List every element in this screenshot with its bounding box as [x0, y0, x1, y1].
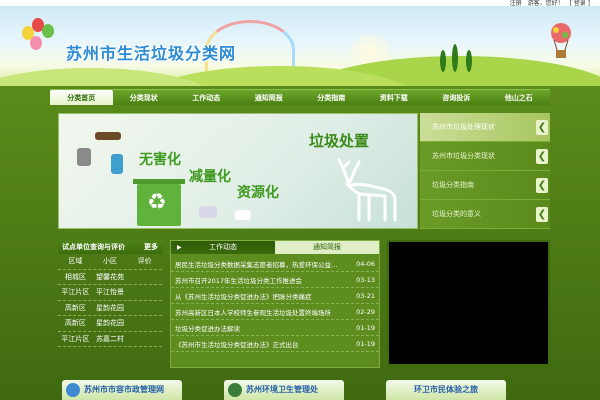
column-header: 评价 [137, 257, 152, 266]
pilot-units-panel: 试点单位查询与评价 更多 区域 小区 评价 相城区 望馨花苑 平江片区 平江怡景… [58, 240, 162, 368]
feature-banner[interactable]: 垃圾处置 无害化 减量化 资源化 ♻ [58, 113, 418, 229]
tree-decoration [440, 50, 446, 72]
column-header: 小区 [103, 257, 117, 266]
emblem-icon [228, 383, 242, 397]
table-header: 区域 小区 评价 [58, 254, 162, 270]
news-title[interactable]: 从《苏州生活垃圾分类促进办法》把脉分类痛症 [175, 291, 349, 301]
footer-link-label: 苏州市市容市政管理网 [84, 385, 164, 394]
video-player[interactable] [387, 240, 550, 366]
news-date: 02-29 [356, 307, 375, 316]
tab-work-news[interactable]: ▶ 工作动态 [171, 241, 275, 254]
list-item[interactable]: 苏州市召开2017年生活垃圾分类工作推进会 03-13 [171, 272, 379, 288]
chevron-right-icon: ❮ [536, 149, 548, 164]
tab-notices[interactable]: 通知简报 [275, 241, 379, 254]
news-date: 03-21 [356, 291, 375, 300]
nav-item-status[interactable]: 分类现状 [113, 90, 176, 105]
news-date: 04-06 [356, 259, 375, 268]
recycle-icon: ♻ [147, 190, 167, 215]
chevron-right-icon: ❮ [536, 120, 548, 135]
cell-community[interactable]: 星韵花园 [93, 303, 128, 313]
news-list: 居民生活垃圾分类数据采集志愿者招募，热爱环保公益… 04-06 苏州市召开201… [171, 254, 379, 352]
column-header: 区域 [68, 257, 83, 266]
chevron-right-icon: ❮ [536, 207, 548, 222]
paper-ball-icon [235, 210, 251, 220]
tree-decoration [466, 50, 472, 72]
list-item[interactable]: 垃圾分类促进办法解读 01-19 [171, 320, 379, 336]
cell-district: 平江片区 [61, 334, 90, 343]
cell-community[interactable]: 苏嘉二村 [93, 334, 128, 344]
trash-item-icon [199, 206, 217, 218]
nav-item-notices[interactable]: 通知简报 [238, 90, 301, 105]
cell-community[interactable]: 平江怡景 [93, 287, 128, 297]
side-item-label: 苏州市垃圾分类现状 [432, 152, 495, 160]
footer-link-label: 苏州环境卫生管理处 [246, 385, 318, 394]
side-item-sorting-status[interactable]: 苏州市垃圾分类现状 ❮ [420, 142, 550, 171]
list-item[interactable]: 从《苏州生活垃圾分类促进办法》把脉分类痛症 03-21 [171, 288, 379, 304]
hot-air-balloon-icon [548, 22, 574, 60]
news-title[interactable]: 苏州市召开2017年生活垃圾分类工作推进会 [175, 275, 349, 285]
footer-link-experience[interactable]: 环卫市民体验之旅 [386, 380, 506, 400]
news-date: 03-13 [356, 275, 375, 284]
list-item[interactable]: 苏州高新区日本人学校师生参观生活垃圾处置终端场所 02-29 [171, 304, 379, 320]
news-title[interactable]: 垃圾分类促进办法解读 [175, 323, 349, 333]
site-header: 苏州市生活垃圾分类网 [0, 6, 600, 86]
globe-icon [66, 383, 80, 397]
nav-item-news[interactable]: 工作动态 [175, 90, 238, 105]
table-row[interactable]: 高新区 星韵花园 [58, 301, 162, 316]
cell-community[interactable]: 望馨花苑 [93, 272, 128, 282]
footer-link-sanitation[interactable]: 苏州环境卫生管理处 [224, 380, 344, 400]
cell-district: 相城区 [64, 272, 86, 281]
cell-district: 高新区 [64, 303, 86, 312]
more-link[interactable]: 更多 [144, 240, 158, 254]
nav-item-others[interactable]: 他山之石 [488, 90, 551, 105]
chevron-right-icon: ❮ [536, 178, 548, 193]
nav-item-consult[interactable]: 咨询投诉 [425, 90, 488, 105]
news-date: 01-19 [356, 339, 375, 348]
side-menu: 苏州市垃圾处理现状 ❮ 苏州市垃圾分类现状 ❮ 垃圾分类指南 ❮ 垃圾分类的意义… [420, 113, 550, 229]
banner-title: 垃圾处置 [309, 132, 370, 150]
side-item-label: 苏州市垃圾处理现状 [432, 123, 495, 131]
cell-community[interactable]: 星韵花园 [93, 318, 128, 328]
main-nav: 分类首页 分类现状 工作动态 通知简报 分类指南 资料下载 咨询投诉 他山之石 [50, 89, 550, 105]
news-title[interactable]: 苏州高新区日本人学校师生参观生活垃圾处置终端场所 [175, 307, 349, 317]
table-row[interactable]: 平江片区 平江怡景 [58, 285, 162, 301]
table-row[interactable]: 平江片区 苏嘉二村 [58, 332, 162, 347]
side-item-label: 垃圾分类指南 [432, 181, 474, 189]
nav-item-home[interactable]: 分类首页 [50, 90, 113, 105]
balloons-icon [22, 18, 58, 64]
side-item-processing-status[interactable]: 苏州市垃圾处理现状 ❮ [420, 113, 550, 142]
panel-title: 试点单位查询与评价 [62, 243, 125, 251]
panel-header: 试点单位查询与评价 更多 [58, 240, 162, 254]
trash-item-icon [77, 148, 91, 166]
news-panel: ▶ 工作动态 通知简报 居民生活垃圾分类数据采集志愿者招募，热爱环保公益… 04… [170, 240, 380, 368]
list-item[interactable]: 居民生活垃圾分类数据采集志愿者招募，热爱环保公益… 04-06 [171, 256, 379, 272]
banner-slogan: 资源化 [237, 185, 279, 201]
triangle-right-icon: ▶ [177, 244, 182, 251]
table-row[interactable]: 相城区 望馨花苑 [58, 270, 162, 285]
nav-item-downloads[interactable]: 资料下载 [363, 90, 426, 105]
trash-item-icon [95, 132, 121, 140]
nav-item-guide[interactable]: 分类指南 [300, 90, 363, 105]
side-item-meaning[interactable]: 垃圾分类的意义 ❮ [420, 200, 550, 229]
side-item-label: 垃圾分类的意义 [432, 210, 481, 218]
news-title[interactable]: 居民生活垃圾分类数据采集志愿者招募，热爱环保公益… [175, 259, 349, 269]
footer-link-city-admin[interactable]: 苏州市市容市政管理网 [62, 380, 182, 400]
footer-link-label: 环卫市民体验之旅 [414, 385, 478, 394]
news-tabs: ▶ 工作动态 通知简报 [171, 241, 379, 254]
banner-slogan: 减量化 [189, 169, 231, 185]
tree-decoration [452, 44, 458, 72]
cell-district: 平江片区 [61, 288, 90, 297]
bottle-icon [111, 154, 123, 174]
list-item[interactable]: 《苏州市生活垃圾分类促进办法》正式出台 01-19 [171, 336, 379, 352]
site-title[interactable]: 苏州市生活垃圾分类网 [66, 40, 236, 64]
tab-label: 通知简报 [313, 243, 341, 251]
banner-slogan: 无害化 [139, 152, 181, 168]
cell-district: 高新区 [64, 319, 86, 328]
news-title[interactable]: 《苏州市生活垃圾分类促进办法》正式出台 [175, 339, 349, 349]
side-item-guide[interactable]: 垃圾分类指南 ❮ [420, 171, 550, 200]
news-date: 01-19 [356, 323, 375, 332]
tab-label: 工作动态 [209, 243, 237, 251]
table-row[interactable]: 高新区 星韵花园 [58, 316, 162, 332]
deer-icon [337, 158, 397, 222]
